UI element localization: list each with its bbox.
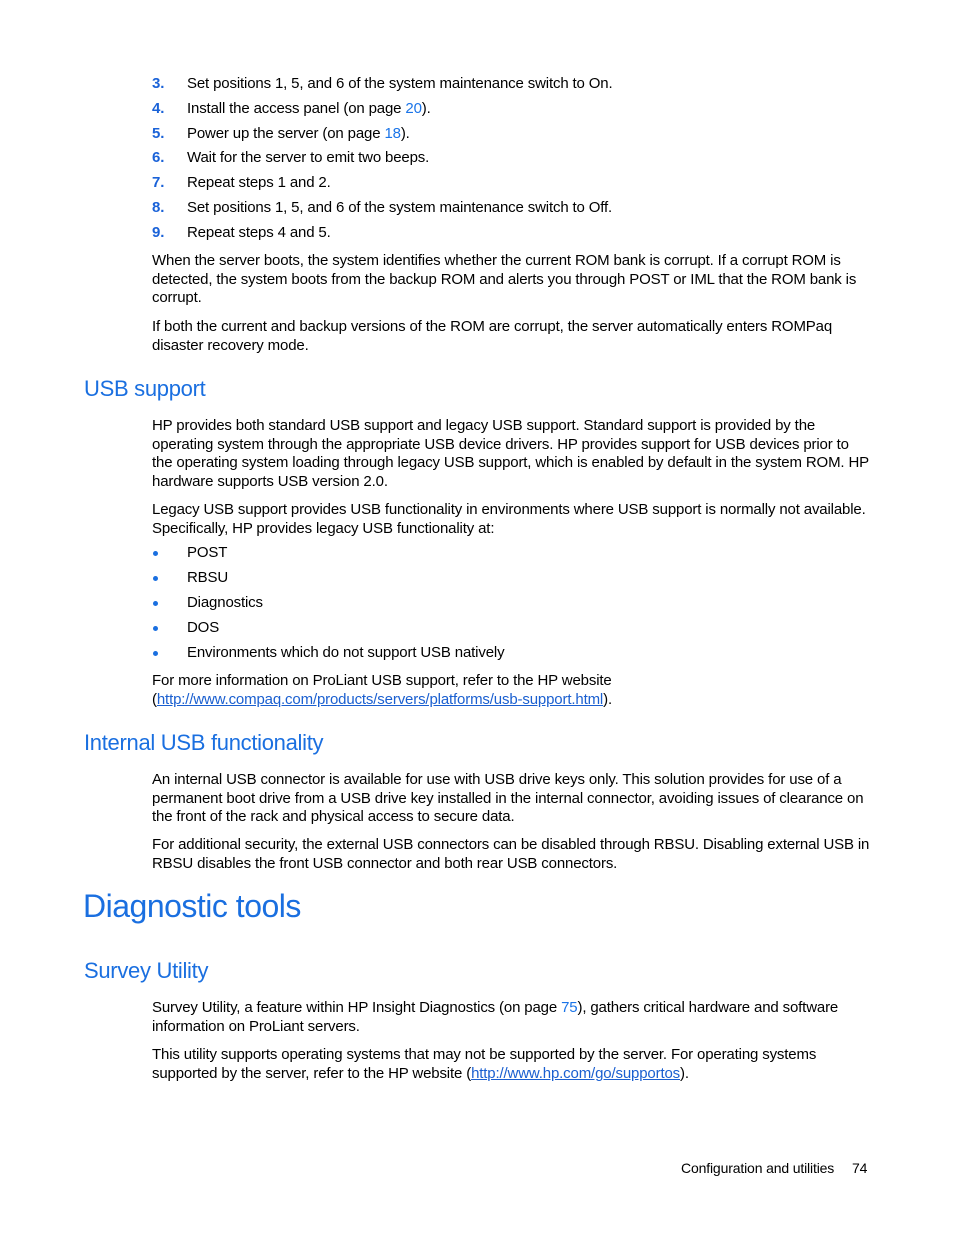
step-text: Power up the server (on page 18).: [187, 125, 410, 143]
step-text: Install the access panel (on page 20).: [187, 100, 431, 118]
step-number: 3.: [152, 75, 165, 92]
list-item-text: POST: [187, 544, 228, 561]
usb-paragraph: Legacy USB support provides USB function…: [152, 501, 866, 537]
bullet-icon: [153, 651, 158, 656]
usb-support-url-link[interactable]: http://www.compaq.com/products/servers/p…: [157, 691, 603, 708]
rom-paragraph: When the server boots, the system identi…: [152, 252, 857, 307]
usb-more-info: For more information on ProLiant USB sup…: [152, 672, 872, 709]
step-text: Repeat steps 1 and 2.: [187, 174, 331, 191]
chapter-heading-diagnostic-tools: Diagnostic tools: [83, 888, 301, 924]
internal-usb-paragraph: For additional security, the external US…: [152, 836, 870, 872]
section-heading-survey-utility: Survey Utility: [84, 958, 209, 983]
step-text: Set positions 1, 5, and 6 of the system …: [187, 75, 613, 92]
step-text: Wait for the server to emit two beeps.: [187, 149, 430, 166]
paren: ).: [603, 690, 612, 708]
step-text: Set positions 1, 5, and 6 of the system …: [187, 199, 613, 216]
step-text: Repeat steps 4 and 5.: [187, 224, 331, 241]
list-item-text: Diagnostics: [187, 594, 263, 611]
step-number: 5.: [152, 125, 165, 142]
footer-page-number: 74: [852, 1160, 868, 1176]
bullet-icon: [153, 551, 158, 556]
footer-section-title: Configuration and utilities: [681, 1160, 835, 1176]
list-item-text: DOS: [187, 619, 220, 636]
page-link[interactable]: 20: [405, 100, 422, 117]
usb-paragraph: HP provides both standard USB support an…: [152, 417, 869, 491]
survey-paragraph: Survey Utility, a feature within HP Insi…: [152, 999, 872, 1036]
step-number: 8.: [152, 199, 165, 216]
text-part: Survey Utility, a feature within HP Insi…: [152, 999, 562, 1016]
step-text-part: Power up the server (on page: [187, 125, 385, 142]
page-link[interactable]: 18: [384, 125, 401, 142]
bullet-icon: [153, 626, 158, 631]
section-heading-usb-support: USB support: [84, 376, 206, 401]
step-number: 4.: [152, 100, 165, 117]
survey-paragraph: This utility supports operating systems …: [152, 1046, 872, 1083]
page-link[interactable]: 75: [561, 999, 578, 1016]
list-item-text: RBSU: [187, 569, 229, 586]
step-text-part: ).: [421, 100, 431, 117]
bullet-icon: [153, 576, 158, 581]
internal-usb-paragraph: An internal USB connector is available f…: [152, 771, 864, 826]
section-heading-internal-usb: Internal USB functionality: [84, 730, 324, 755]
supportos-url-link[interactable]: http://www.hp.com/go/supportos: [471, 1065, 680, 1082]
step-text-part: ).: [400, 125, 410, 142]
step-number: 7.: [152, 174, 165, 191]
text-part: ).: [680, 1064, 689, 1082]
more-info-text: For more information on ProLiant USB sup…: [152, 672, 612, 689]
list-item-text: Environments which do not support USB na…: [187, 644, 505, 661]
bullet-icon: [153, 601, 158, 606]
step-number: 9.: [152, 224, 165, 241]
rom-paragraph: If both the current and backup versions …: [152, 318, 833, 354]
step-number: 6.: [152, 149, 165, 166]
document-page: 3. Set positions 1, 5, and 6 of the syst…: [0, 0, 954, 1235]
step-text-part: Install the access panel (on page: [187, 100, 406, 117]
